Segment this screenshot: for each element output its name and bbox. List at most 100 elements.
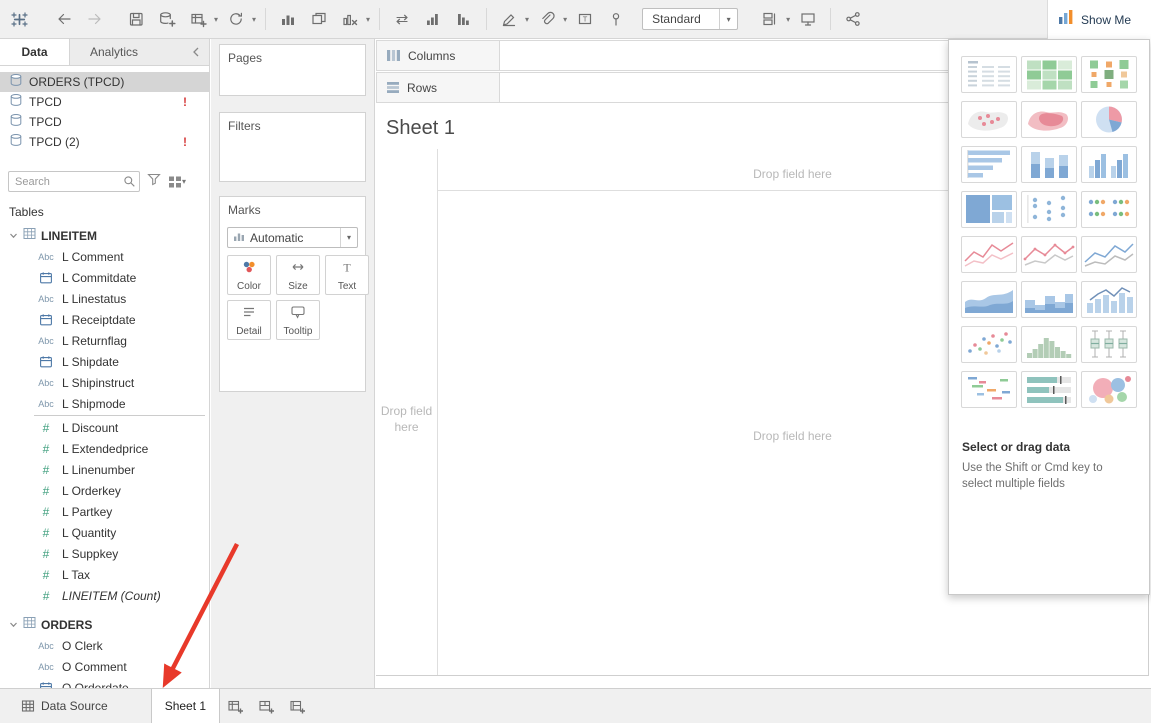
field-item[interactable]: AbcL Comment xyxy=(0,246,209,267)
table-group-lineitem[interactable]: LINEITEM xyxy=(0,225,209,246)
field-item[interactable]: L Commitdate xyxy=(0,267,209,288)
marks-color-button[interactable]: Color xyxy=(227,255,271,295)
marks-detail-button[interactable]: Detail xyxy=(227,300,271,340)
field-item[interactable]: #L Orderkey xyxy=(0,480,209,501)
show-me-button[interactable]: Show Me xyxy=(1047,0,1151,39)
tab-analytics[interactable]: Analytics xyxy=(70,39,158,65)
clear-sheet-button[interactable] xyxy=(337,6,363,32)
pages-shelf[interactable]: Pages xyxy=(219,44,366,96)
chevron-down-icon[interactable]: ▾ xyxy=(525,15,529,24)
tab-data-source[interactable]: Data Source xyxy=(8,689,121,723)
group-members-button[interactable] xyxy=(534,6,560,32)
chevron-down-icon[interactable] xyxy=(9,616,18,634)
tableau-logo-icon[interactable] xyxy=(6,6,32,32)
showme-dual-combination[interactable] xyxy=(1081,281,1137,318)
filter-icon[interactable] xyxy=(147,172,161,191)
showme-lines-continuous[interactable] xyxy=(961,236,1017,273)
field-item[interactable]: L Receiptdate xyxy=(0,309,209,330)
showme-gantt[interactable] xyxy=(961,371,1017,408)
field-item[interactable]: #L Partkey xyxy=(0,501,209,522)
field-item[interactable]: O Orderdate xyxy=(0,677,209,688)
search-input[interactable] xyxy=(8,171,140,192)
marks-size-button[interactable]: Size xyxy=(276,255,320,295)
new-worksheet-button[interactable] xyxy=(220,689,251,723)
chevron-down-icon[interactable]: ▾ xyxy=(786,15,790,24)
showme-horizontal-bars[interactable] xyxy=(961,146,1017,183)
showme-highlight-table[interactable] xyxy=(1021,56,1077,93)
showme-bullet-graph[interactable] xyxy=(1021,371,1077,408)
chevron-down-icon[interactable]: ▾ xyxy=(719,9,737,29)
show-hide-cards-button[interactable] xyxy=(757,6,783,32)
chevron-down-icon[interactable]: ▾ xyxy=(366,15,370,24)
field-item[interactable]: L Shipdate xyxy=(0,351,209,372)
showme-area-discrete[interactable] xyxy=(1021,281,1077,318)
field-item[interactable]: AbcL Returnflag xyxy=(0,330,209,351)
table-group-orders[interactable]: ORDERS xyxy=(0,614,209,635)
showme-scatter-plot[interactable] xyxy=(961,326,1017,363)
add-datasource-button[interactable] xyxy=(154,6,180,32)
showme-box-and-whisker[interactable] xyxy=(1081,326,1137,363)
sort-descending-button[interactable] xyxy=(451,6,477,32)
showme-lines-discrete[interactable] xyxy=(1021,236,1077,273)
showme-side-by-side-circles[interactable] xyxy=(1081,191,1137,228)
field-item[interactable]: #LINEITEM (Count) xyxy=(0,585,209,606)
field-item[interactable]: #L Tax xyxy=(0,564,209,585)
field-item[interactable]: #L Extendedprice xyxy=(0,438,209,459)
showme-histogram[interactable] xyxy=(1021,326,1077,363)
drop-zone-rows[interactable]: Drop field here xyxy=(379,403,434,435)
showme-packed-bubbles[interactable] xyxy=(1081,371,1137,408)
field-item[interactable]: AbcL Linestatus xyxy=(0,288,209,309)
new-story-button[interactable] xyxy=(282,689,313,723)
datasource-item[interactable]: TPCD! xyxy=(0,92,209,112)
field-item[interactable]: #L Discount xyxy=(0,417,209,438)
save-button[interactable] xyxy=(123,6,149,32)
datasource-item[interactable]: ORDERS (TPCD) xyxy=(0,72,209,92)
mark-type-dropdown[interactable]: Automatic ▾ xyxy=(227,227,358,248)
redo-button[interactable] xyxy=(82,6,108,32)
tab-data[interactable]: Data xyxy=(0,39,70,65)
field-item[interactable]: AbcO Comment xyxy=(0,656,209,677)
fix-axes-button[interactable] xyxy=(603,6,629,32)
show-mark-labels-button[interactable]: T xyxy=(572,6,598,32)
refresh-datasource-button[interactable] xyxy=(223,6,249,32)
field-item[interactable]: AbcO Clerk xyxy=(0,635,209,656)
field-item[interactable]: AbcL Shipmode xyxy=(0,393,209,414)
showme-circle-views[interactable] xyxy=(1021,191,1077,228)
field-item[interactable]: AbcL Shipinstruct xyxy=(0,372,209,393)
field-item[interactable]: #L Suppkey xyxy=(0,543,209,564)
duplicate-sheet-button[interactable] xyxy=(275,6,301,32)
chevron-down-icon[interactable]: ▾ xyxy=(214,15,218,24)
datasource-item[interactable]: TPCD (2)! xyxy=(0,132,209,152)
new-dashboard-button[interactable] xyxy=(251,689,282,723)
showme-dual-lines[interactable] xyxy=(1081,236,1137,273)
undo-button[interactable] xyxy=(51,6,77,32)
view-options-button[interactable]: ▾ xyxy=(168,175,186,189)
marks-text-button[interactable]: TText xyxy=(325,255,369,295)
field-item[interactable]: #L Quantity xyxy=(0,522,209,543)
highlight-button[interactable] xyxy=(496,6,522,32)
showme-area-continuous[interactable] xyxy=(961,281,1017,318)
share-button[interactable] xyxy=(840,6,866,32)
collapse-pane-button[interactable] xyxy=(183,39,209,65)
sort-ascending-button[interactable] xyxy=(420,6,446,32)
showme-side-by-side-bars[interactable] xyxy=(1081,146,1137,183)
chevron-down-icon[interactable] xyxy=(9,227,18,245)
showme-symbol-map[interactable] xyxy=(961,101,1017,138)
field-item[interactable]: #L Linenumber xyxy=(0,459,209,480)
presentation-mode-button[interactable] xyxy=(795,6,821,32)
swap-rows-columns-button[interactable]: ⇄ xyxy=(389,6,415,32)
chevron-down-icon[interactable]: ▾ xyxy=(252,15,256,24)
chevron-down-icon[interactable]: ▾ xyxy=(563,15,567,24)
tab-sheet1[interactable]: Sheet 1 xyxy=(151,689,220,723)
filters-shelf[interactable]: Filters xyxy=(219,112,366,182)
chevron-down-icon[interactable]: ▾ xyxy=(340,228,357,247)
datasource-item[interactable]: TPCD xyxy=(0,112,209,132)
showme-treemap[interactable] xyxy=(961,191,1017,228)
fit-selector[interactable]: Standard ▾ xyxy=(642,8,738,30)
showme-text-table[interactable] xyxy=(961,56,1017,93)
marks-tooltip-button[interactable]: Tooltip xyxy=(276,300,320,340)
new-worksheet-button[interactable] xyxy=(185,6,211,32)
showme-pie-chart[interactable] xyxy=(1081,101,1137,138)
duplicate-button[interactable] xyxy=(306,6,332,32)
showme-stacked-bars[interactable] xyxy=(1021,146,1077,183)
